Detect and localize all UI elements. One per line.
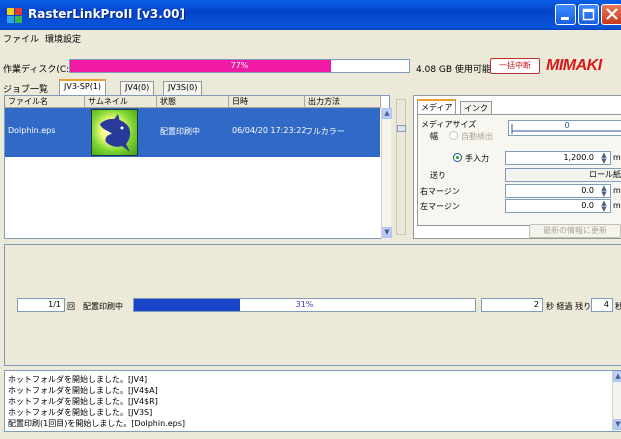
progress-area: 1/1 回 配置印刷中 31% 2 秒 経過 残り 約 4 秒 bbox=[4, 244, 621, 366]
scroll-up-icon[interactable]: ▲ bbox=[613, 371, 621, 382]
job-status: 配置印刷中 bbox=[160, 127, 200, 136]
media-size-label: メディアサイズ bbox=[421, 120, 477, 129]
menu-bar: ファイル 環境設定 bbox=[0, 30, 621, 45]
remaining-seconds: 4 bbox=[591, 298, 613, 312]
settings-panel: メディア インク メディアサイズ 幅 自動検出 0 手入力 1,200.0 ▲ ▼… bbox=[413, 95, 621, 239]
copies-unit: 回 bbox=[67, 302, 75, 311]
close-button[interactable] bbox=[601, 4, 621, 25]
job-list[interactable]: ファイル名 サムネイル 状態 日時 出力方法 Dolphin.eps 配置印刷中… bbox=[4, 95, 392, 239]
disk-usage-percent: 77% bbox=[230, 61, 249, 70]
feed-value-field: ロール紙 bbox=[505, 168, 621, 182]
print-status: 配置印刷中 bbox=[83, 302, 123, 311]
tab-jv3-sp[interactable]: JV3-SP(1) bbox=[59, 79, 107, 96]
log-line: 配置印刷(1回目)を開始しました。[Dolphin.eps] bbox=[8, 419, 186, 428]
right-margin-value: 0.0 bbox=[581, 186, 594, 195]
manual-width-value: 1,200.0 bbox=[563, 153, 594, 162]
log-line: ホットフォルダを開始しました。[JV3S] bbox=[8, 408, 153, 417]
spinner-icon[interactable]: ▲ ▼ bbox=[600, 200, 608, 213]
scroll-down-icon[interactable]: ▼ bbox=[613, 419, 621, 430]
elapsed-value: 2 bbox=[533, 300, 539, 309]
print-progress-bar: 31% bbox=[133, 298, 476, 312]
column-header-thumbnail[interactable]: サムネイル bbox=[85, 96, 157, 108]
menu-file[interactable]: ファイル bbox=[3, 32, 39, 45]
unit-label: mm bbox=[613, 201, 621, 210]
left-margin-label: 左マージン bbox=[420, 202, 460, 211]
width-gauge-value: 0 bbox=[564, 121, 570, 130]
panel-splitter[interactable] bbox=[393, 95, 409, 239]
disk-label: 作業ディスク(C:) bbox=[3, 65, 73, 75]
auto-detect-radio[interactable] bbox=[449, 131, 458, 140]
spinner-icon[interactable]: ▲ ▼ bbox=[600, 185, 608, 198]
remaining-unit: 秒 bbox=[615, 302, 621, 311]
print-progress-percent: 31% bbox=[295, 300, 314, 309]
job-datetime: 06/04/20 17:23:22 bbox=[232, 126, 307, 135]
auto-detect-label: 自動検出 bbox=[461, 132, 493, 141]
title-bar[interactable]: RasterLinkProII [v3.00] bbox=[0, 0, 621, 30]
tab-jv4[interactable]: JV4(0) bbox=[120, 81, 155, 95]
scroll-up-icon[interactable]: ▲ bbox=[382, 108, 392, 119]
table-row[interactable]: Dolphin.eps 配置印刷中 06/04/20 17:23:22 フルカラ… bbox=[5, 108, 380, 157]
width-label: 幅 bbox=[430, 132, 438, 141]
maximize-icon bbox=[582, 8, 595, 21]
close-icon bbox=[606, 8, 618, 20]
maximize-button[interactable] bbox=[578, 4, 599, 25]
spinner-icon[interactable]: ▲ ▼ bbox=[600, 152, 608, 165]
job-filename: Dolphin.eps bbox=[8, 126, 56, 135]
brand-logo: MIMAKI bbox=[546, 57, 602, 74]
feed-value: ロール紙 bbox=[589, 170, 621, 179]
feed-label: 送り bbox=[430, 171, 446, 180]
copies-count: 1/1 bbox=[17, 298, 65, 312]
log-line: ホットフォルダを開始しました。[JV4$R] bbox=[8, 397, 158, 406]
column-header-output[interactable]: 出力方法 bbox=[305, 96, 381, 108]
scroll-down-icon[interactable]: ▼ bbox=[382, 227, 392, 238]
splitter-track bbox=[396, 99, 406, 235]
manual-input-radio[interactable] bbox=[453, 153, 462, 162]
job-thumbnail bbox=[91, 109, 138, 156]
app-icon bbox=[7, 8, 22, 23]
unit-label: mm bbox=[613, 153, 621, 162]
media-settings-box: メディアサイズ 幅 自動検出 0 手入力 1,200.0 ▲▼ mm 送り ロー… bbox=[417, 114, 621, 226]
remaining-value: 4 bbox=[603, 300, 609, 309]
cancel-all-button[interactable]: 一括中断 bbox=[490, 58, 540, 74]
media-width-gauge: 0 bbox=[508, 120, 621, 136]
unit-label: mm bbox=[613, 186, 621, 195]
elapsed-seconds: 2 bbox=[481, 298, 543, 312]
disk-available-text: 4.08 GB 使用可能 bbox=[416, 65, 491, 75]
job-list-scrollbar[interactable]: ▲ ▼ bbox=[381, 108, 392, 239]
left-margin-value: 0.0 bbox=[581, 201, 594, 210]
manual-width-field[interactable]: 1,200.0 ▲ ▼ bbox=[505, 151, 611, 165]
minimize-icon bbox=[561, 17, 569, 20]
job-output-method: フルカラー bbox=[305, 127, 345, 136]
splitter-handle[interactable] bbox=[397, 125, 406, 132]
copies-value: 1/1 bbox=[48, 300, 61, 309]
refresh-button[interactable]: 最新の情報に更新 bbox=[529, 224, 621, 238]
right-margin-field[interactable]: 0.0 ▲ ▼ bbox=[505, 184, 611, 198]
column-header-datetime[interactable]: 日時 bbox=[229, 96, 305, 108]
left-margin-field[interactable]: 0.0 ▲ ▼ bbox=[505, 199, 611, 213]
log-panel[interactable]: ホットフォルダを開始しました。[JV4] ホットフォルダを開始しました。[JV4… bbox=[4, 370, 621, 432]
window-title: RasterLinkProII [v3.00] bbox=[28, 7, 186, 21]
log-line: ホットフォルダを開始しました。[JV4] bbox=[8, 375, 148, 384]
tab-ink[interactable]: インク bbox=[460, 101, 492, 114]
minimize-button[interactable] bbox=[555, 4, 576, 25]
job-list-label: ジョブ一覧 bbox=[3, 85, 49, 95]
manual-input-label: 手入力 bbox=[465, 154, 489, 163]
log-scrollbar[interactable]: ▲ ▼ bbox=[612, 371, 621, 431]
disk-usage-bar: 77% bbox=[69, 59, 410, 73]
tab-media[interactable]: メディア bbox=[417, 99, 457, 114]
log-line: ホットフォルダを開始しました。[JV4$A] bbox=[8, 386, 158, 395]
dolphin-thumbnail-image bbox=[100, 114, 131, 152]
menu-settings[interactable]: 環境設定 bbox=[45, 32, 81, 45]
column-header-status[interactable]: 状態 bbox=[157, 96, 229, 108]
tab-jv3s[interactable]: JV3S(0) bbox=[163, 81, 203, 95]
right-margin-label: 右マージン bbox=[420, 187, 460, 196]
column-header-filename[interactable]: ファイル名 bbox=[5, 96, 85, 108]
